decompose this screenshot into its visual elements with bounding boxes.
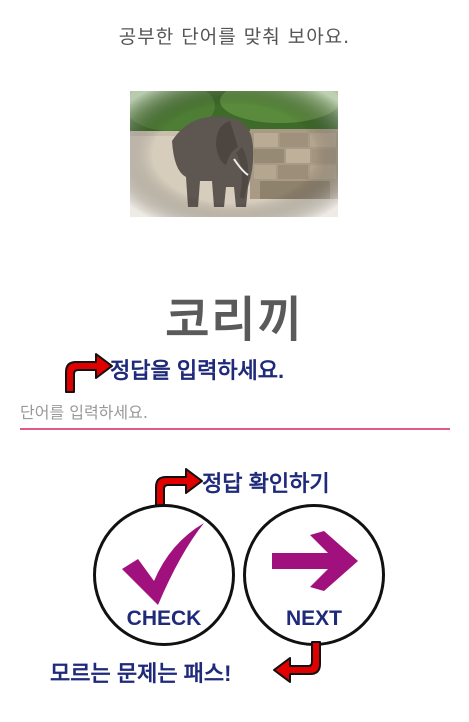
elephant-photo bbox=[130, 91, 338, 217]
annotation-check-answer: 정답 확인하기 bbox=[202, 471, 330, 496]
next-button[interactable]: NEXT bbox=[243, 504, 385, 646]
check-button[interactable]: CHECK bbox=[93, 504, 235, 646]
curved-arrow-icon bbox=[273, 641, 321, 683]
answer-input[interactable] bbox=[20, 396, 450, 430]
annotation-skip: 모르는 문제는 패스! bbox=[50, 661, 232, 686]
curved-arrow-icon bbox=[155, 468, 203, 508]
instruction-text: 공부한 단어를 맞춰 보아요. bbox=[118, 26, 351, 48]
checkmark-icon bbox=[122, 523, 204, 605]
annotation-enter-answer: 정답을 입력하세요. bbox=[110, 358, 285, 383]
next-button-label: NEXT bbox=[285, 607, 342, 630]
quiz-word: 코리끼 bbox=[165, 292, 304, 348]
arrow-right-icon bbox=[272, 531, 358, 591]
check-button-label: CHECK bbox=[126, 607, 202, 630]
curved-arrow-icon bbox=[65, 353, 113, 393]
